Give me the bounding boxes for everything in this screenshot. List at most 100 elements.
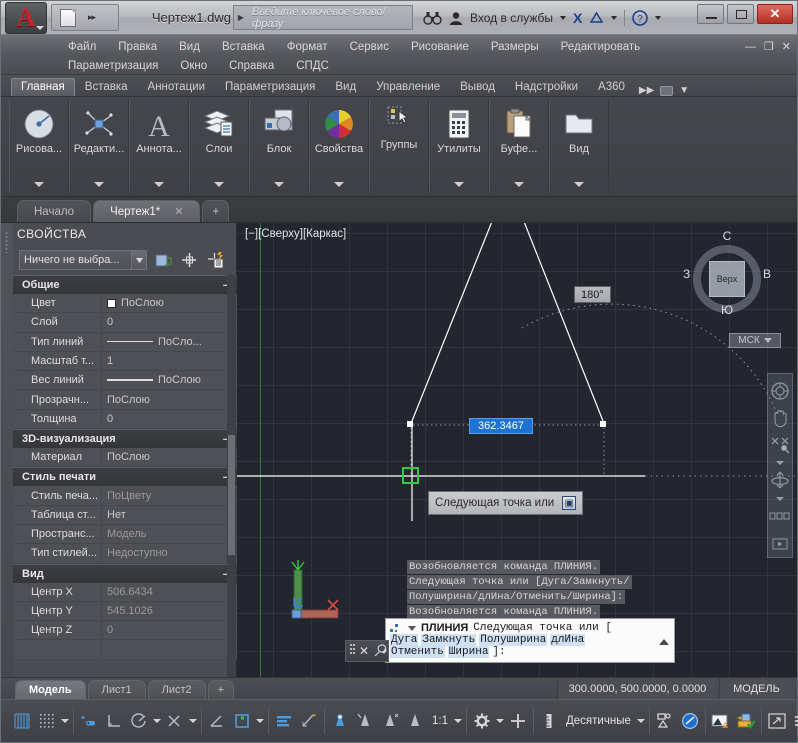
property-row[interactable]: Центр Z0 <box>13 621 237 640</box>
cloud-chevron-down-icon[interactable] <box>611 16 617 20</box>
property-row[interactable]: ЦветПоСлою <box>13 294 237 313</box>
mdi-restore-icon[interactable]: ❐ <box>764 40 774 53</box>
expand-options-icon[interactable]: ▣ <box>562 496 576 510</box>
isolate-objects-icon[interactable] <box>654 710 676 732</box>
view-folder-icon[interactable] <box>563 107 595 141</box>
annotation-scale-label[interactable]: 1:1 <box>429 715 451 727</box>
ucs-dropdown[interactable]: МСК <box>729 333 781 348</box>
property-row[interactable]: Тип линийПоСло... <box>13 333 237 352</box>
sign-in-label[interactable]: Вход в службы <box>470 11 553 25</box>
units-ruler-icon[interactable] <box>538 710 560 732</box>
space-mode-badge[interactable]: МОДЕЛЬ <box>719 678 793 699</box>
layout-tab-2[interactable]: Лист2 <box>148 680 206 699</box>
osnap-tracking-icon[interactable] <box>206 710 228 732</box>
menu-item-b-0[interactable]: Параметризация <box>57 59 169 73</box>
orbit-icon[interactable] <box>769 470 791 492</box>
property-value[interactable]: 0 <box>101 621 237 639</box>
property-value[interactable]: ПоСлою <box>101 371 237 389</box>
ribbon-panel-0[interactable]: Рисова... <box>9 99 69 193</box>
dynamic-command-prompt[interactable]: ПЛИНИЯ Следующая точка или [ ДугаЗамкнут… <box>385 618 675 663</box>
panel-chevron-down-icon[interactable] <box>34 182 44 187</box>
search-box[interactable]: ▶ Введите ключевое слово/фразу <box>233 5 413 30</box>
command-line-float-handle[interactable]: ✕ <box>345 640 389 662</box>
quick-calc-icon[interactable] <box>205 250 225 270</box>
menu-item-a-4[interactable]: Формат <box>276 40 339 54</box>
layout-tab-1[interactable]: Лист1 <box>88 680 146 699</box>
ucs-chevron-down-icon[interactable] <box>256 719 264 723</box>
ribbon-panel-toggle-icon[interactable] <box>660 86 673 96</box>
property-value[interactable]: ПоСлою <box>101 294 237 312</box>
sync-settings-icon[interactable] <box>735 710 757 732</box>
ribbon-tab-4[interactable]: Вид <box>325 78 366 96</box>
file-tab-close-icon[interactable]: ✕ <box>174 205 183 218</box>
zoom-chevron-down-icon[interactable] <box>776 461 784 465</box>
ortho-mode-icon[interactable] <box>103 710 125 732</box>
autoscale-icon[interactable] <box>404 710 426 732</box>
workspace-chevron-down-icon[interactable] <box>496 719 504 723</box>
property-row[interactable]: Масштаб т...1 <box>13 352 237 371</box>
draw-circle-icon[interactable] <box>22 107 56 141</box>
ribbon-panel-1[interactable]: Редакти... <box>69 99 129 193</box>
viewcube-south-label[interactable]: Ю <box>679 303 775 317</box>
panel-chevron-down-icon[interactable] <box>94 182 104 187</box>
prompt-chevron-down-icon[interactable] <box>408 626 416 631</box>
prompt-keyword-0[interactable]: Дуга <box>390 634 418 646</box>
menu-item-b-2[interactable]: Справка <box>218 59 285 73</box>
viewcube-west-label[interactable]: З <box>683 267 690 281</box>
properties-wheel-icon[interactable] <box>322 107 356 141</box>
minimize-button[interactable] <box>697 4 724 24</box>
menu-item-b-1[interactable]: Окно <box>169 59 218 73</box>
help-icon[interactable]: ? <box>632 10 648 26</box>
help-chevron-down-icon[interactable] <box>655 16 661 20</box>
block-icon[interactable] <box>262 107 296 141</box>
selection-cycling-icon[interactable] <box>354 710 376 732</box>
viewcube-face[interactable]: Верх <box>709 261 745 297</box>
utilities-calculator-icon[interactable] <box>444 107 474 141</box>
units-label[interactable]: Десятичные <box>563 715 634 727</box>
object-snap-icon[interactable] <box>164 710 186 732</box>
property-value[interactable]: 545.1026 <box>101 602 237 620</box>
panel-chevron-down-icon[interactable] <box>574 182 584 187</box>
play-motion-icon[interactable] <box>769 533 791 555</box>
menu-item-a-7[interactable]: Размеры <box>480 40 550 54</box>
close-button[interactable]: ✕ <box>757 4 793 24</box>
prompt-keyword-1[interactable]: Замкнуть <box>421 634 476 646</box>
menu-item-a-1[interactable]: Правка <box>107 40 168 54</box>
grid-display-icon[interactable] <box>11 710 33 732</box>
property-row[interactable]: Центр X506.6434 <box>13 583 237 602</box>
panel-chevron-down-icon[interactable] <box>214 182 224 187</box>
snap-chevron-down-icon[interactable] <box>61 719 69 723</box>
navigation-bar[interactable] <box>767 373 793 558</box>
property-value[interactable]: Модель <box>101 525 237 543</box>
ribbon-panel-2[interactable]: AАннота... <box>129 99 189 193</box>
infer-constraints-icon[interactable] <box>78 710 100 732</box>
property-value[interactable]: 0 <box>101 410 237 428</box>
ribbon-tab-2[interactable]: Аннотации <box>138 78 215 96</box>
scale-chevron-down-icon[interactable] <box>454 719 462 723</box>
ribbon-tab-5[interactable]: Управление <box>366 78 450 96</box>
prompt-keyword-5[interactable]: Ширина <box>448 646 490 658</box>
new-layout-button[interactable]: + <box>208 680 234 699</box>
new-document-icon[interactable] <box>60 9 76 27</box>
property-row[interactable]: МатериалПоСлою <box>13 448 237 467</box>
customization-plus-icon[interactable] <box>507 710 529 732</box>
modify-icon[interactable] <box>82 107 116 141</box>
property-value[interactable]: ПоСлою <box>101 390 237 408</box>
ribbon-panel-6[interactable]: Группы <box>369 99 429 193</box>
mdi-minimize-icon[interactable]: — <box>745 41 756 53</box>
viewcube[interactable]: Верх С Ю З В <box>679 231 775 327</box>
ribbon-panel-5[interactable]: Свойства <box>309 99 369 193</box>
property-row[interactable]: Таблица ст...Нет <box>13 506 237 525</box>
panel-chevron-down-icon[interactable] <box>334 182 344 187</box>
search-dropdown-icon[interactable]: ▶ <box>234 13 248 22</box>
viewcube-north-label[interactable]: С <box>679 229 775 243</box>
ribbon-panel-9[interactable]: Вид <box>549 99 609 193</box>
panel-chevron-down-icon[interactable] <box>274 182 284 187</box>
property-row[interactable]: Слой0 <box>13 313 237 332</box>
annotation-visibility-icon[interactable] <box>710 710 732 732</box>
workspace-gear-icon[interactable] <box>471 710 493 732</box>
exchange-x-icon[interactable]: X <box>573 10 582 26</box>
property-category-2[interactable]: Стиль печати– <box>13 467 237 486</box>
ribbon-overflow[interactable]: ▶▶▼ <box>635 85 689 96</box>
prompt-scroll-up-icon[interactable] <box>659 639 669 645</box>
